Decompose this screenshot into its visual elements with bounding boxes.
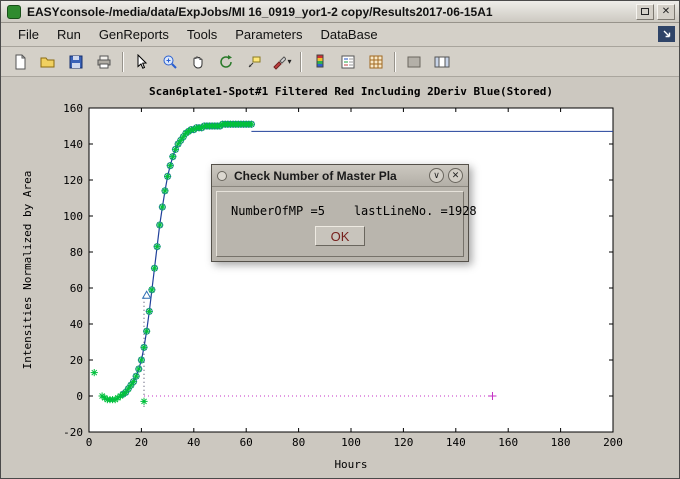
pan-button[interactable] <box>185 50 211 74</box>
menu-run[interactable]: Run <box>48 24 90 45</box>
insert-legend-button[interactable] <box>335 50 361 74</box>
dialog-titlebar[interactable]: Check Number of Master Pla ∨ ✕ <box>212 165 468 187</box>
svg-text:160: 160 <box>498 436 518 449</box>
svg-text:140: 140 <box>446 436 466 449</box>
svg-text:Intensities Normalized by Area: Intensities Normalized by Area <box>21 171 34 370</box>
svg-text:40: 40 <box>70 318 83 331</box>
menu-tools[interactable]: Tools <box>178 24 226 45</box>
maximize-button[interactable] <box>636 4 654 20</box>
edit-plot-button[interactable] <box>129 50 155 74</box>
dock-figure-button[interactable] <box>658 26 675 42</box>
toolbar-separator <box>122 52 124 72</box>
dialog-message: NumberOfMP =5 lastLineNo. =1928 <box>217 192 463 218</box>
show-tools-icon <box>434 54 450 70</box>
svg-text:120: 120 <box>393 436 413 449</box>
figure-toolbar: ▾ <box>1 47 679 77</box>
svg-text:160: 160 <box>63 102 83 115</box>
zoom-in-button[interactable] <box>157 50 183 74</box>
grid-table-icon <box>368 54 384 70</box>
window-title: EASYconsole-/media/data/ExpJobs/MI 16_09… <box>27 5 633 19</box>
hand-pan-icon <box>190 54 206 70</box>
dock-arrow-icon <box>661 28 673 40</box>
print-figure-button[interactable] <box>91 50 117 74</box>
show-plot-tools-button[interactable] <box>429 50 455 74</box>
menu-bar: File Run GenReports Tools Parameters Dat… <box>1 23 679 47</box>
chevron-down-icon: ∨ <box>433 171 440 180</box>
toolbar-separator <box>300 52 302 72</box>
rotate-icon <box>218 54 234 70</box>
hide-plot-tools-button[interactable] <box>401 50 427 74</box>
brush-data-button[interactable]: ▾ <box>269 50 295 74</box>
new-figure-button[interactable] <box>7 50 33 74</box>
dialog-close-button[interactable]: ✕ <box>448 168 463 183</box>
pointer-arrow-icon <box>134 54 150 70</box>
save-floppy-icon <box>68 54 84 70</box>
save-figure-button[interactable] <box>63 50 89 74</box>
figure-area: 020406080100120140160180200-200204060801… <box>1 77 679 478</box>
data-cursor-button[interactable] <box>241 50 267 74</box>
colorbar-icon <box>312 54 328 70</box>
dialog-body: NumberOfMP =5 lastLineNo. =1928 OK <box>216 191 464 257</box>
svg-text:Scan6plate1-Spot#1 Filtered Re: Scan6plate1-Spot#1 Filtered Red Includin… <box>149 85 553 98</box>
insert-colorbar-button[interactable] <box>307 50 333 74</box>
dialog-check-number-of-master-plates: Check Number of Master Pla ∨ ✕ NumberOfM… <box>211 164 469 262</box>
dialog-shade-button[interactable]: ∨ <box>429 168 444 183</box>
close-icon: ✕ <box>662 6 670 17</box>
rotate-3d-button[interactable] <box>213 50 239 74</box>
zoom-in-icon <box>162 54 178 70</box>
svg-text:80: 80 <box>70 246 83 259</box>
legend-icon <box>340 54 356 70</box>
svg-text:-20: -20 <box>63 426 83 439</box>
svg-text:60: 60 <box>240 436 253 449</box>
window-titlebar: EASYconsole-/media/data/ExpJobs/MI 16_09… <box>1 1 679 23</box>
svg-text:100: 100 <box>341 436 361 449</box>
dialog-title: Check Number of Master Pla <box>234 169 425 183</box>
menu-genreports[interactable]: GenReports <box>90 24 178 45</box>
menu-database[interactable]: DataBase <box>311 24 386 45</box>
close-button[interactable]: ✕ <box>657 4 675 20</box>
ok-button[interactable]: OK <box>315 226 365 246</box>
svg-text:120: 120 <box>63 174 83 187</box>
svg-text:0: 0 <box>76 390 83 403</box>
menu-file[interactable]: File <box>9 24 48 45</box>
plot-browser-button[interactable] <box>363 50 389 74</box>
open-folder-icon <box>40 54 56 70</box>
svg-text:80: 80 <box>292 436 305 449</box>
new-document-icon <box>12 54 28 70</box>
maximize-icon <box>641 8 649 15</box>
svg-text:20: 20 <box>70 354 83 367</box>
svg-text:20: 20 <box>135 436 148 449</box>
brush-icon <box>272 54 286 70</box>
app-icon <box>7 5 21 19</box>
printer-icon <box>96 54 112 70</box>
close-icon: ✕ <box>452 171 460 180</box>
svg-text:200: 200 <box>603 436 623 449</box>
dropdown-arrow-icon: ▾ <box>287 57 291 66</box>
data-cursor-icon <box>246 54 262 70</box>
svg-text:180: 180 <box>551 436 571 449</box>
toolbar-separator <box>394 52 396 72</box>
hide-tools-icon <box>406 54 422 70</box>
open-file-button[interactable] <box>35 50 61 74</box>
dialog-app-icon <box>217 171 227 181</box>
svg-text:60: 60 <box>70 282 83 295</box>
svg-text:140: 140 <box>63 138 83 151</box>
app-window: EASYconsole-/media/data/ExpJobs/MI 16_09… <box>0 0 680 479</box>
chart: 020406080100120140160180200-200204060801… <box>1 77 679 478</box>
svg-text:100: 100 <box>63 210 83 223</box>
svg-text:Hours: Hours <box>334 458 367 471</box>
svg-text:40: 40 <box>187 436 200 449</box>
menu-parameters[interactable]: Parameters <box>226 24 311 45</box>
svg-text:0: 0 <box>86 436 93 449</box>
